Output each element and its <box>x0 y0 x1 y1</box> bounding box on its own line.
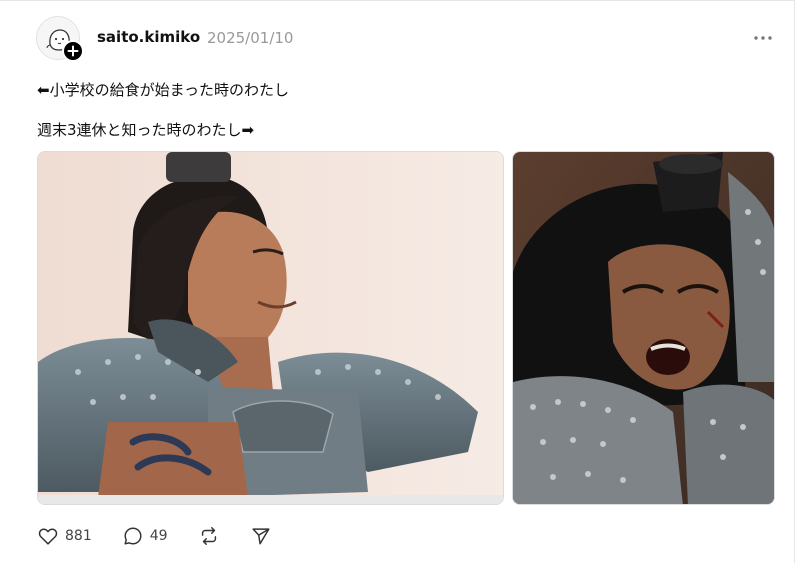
heart-icon <box>38 528 58 545</box>
repost-button[interactable] <box>198 525 220 547</box>
post-timestamp[interactable]: 2025/01/10 <box>207 29 293 47</box>
follow-button[interactable] <box>62 40 84 62</box>
more-dots-icon <box>754 36 772 40</box>
more-button[interactable] <box>752 27 774 49</box>
reply-button[interactable]: 49 <box>122 525 168 547</box>
like-count: 881 <box>65 528 92 544</box>
username[interactable]: saito.kimiko <box>97 28 200 46</box>
reply-bubble-icon <box>124 527 142 545</box>
send-icon <box>252 528 270 545</box>
action-bar: 881 49 <box>37 524 302 548</box>
post-text-line-1: ⬅小学校の給食が始まった時のわたし <box>37 81 289 99</box>
smiling-warrior-photo <box>38 152 503 504</box>
media-image-2[interactable] <box>512 151 775 505</box>
repost-icon <box>201 527 216 545</box>
plus-icon <box>67 45 79 57</box>
share-button[interactable] <box>250 525 272 547</box>
post-text-line-2: 週末3連休と知った時のわたし➡ <box>37 121 255 139</box>
post-card: saito.kimiko 2025/01/10 ⬅小学校の給食が始まった時のわた… <box>0 0 795 563</box>
like-button[interactable]: 881 <box>37 525 92 547</box>
top-divider <box>0 0 795 1</box>
media-image-1[interactable] <box>37 151 504 505</box>
shouting-warrior-photo <box>513 152 774 504</box>
reply-count: 49 <box>149 528 168 544</box>
